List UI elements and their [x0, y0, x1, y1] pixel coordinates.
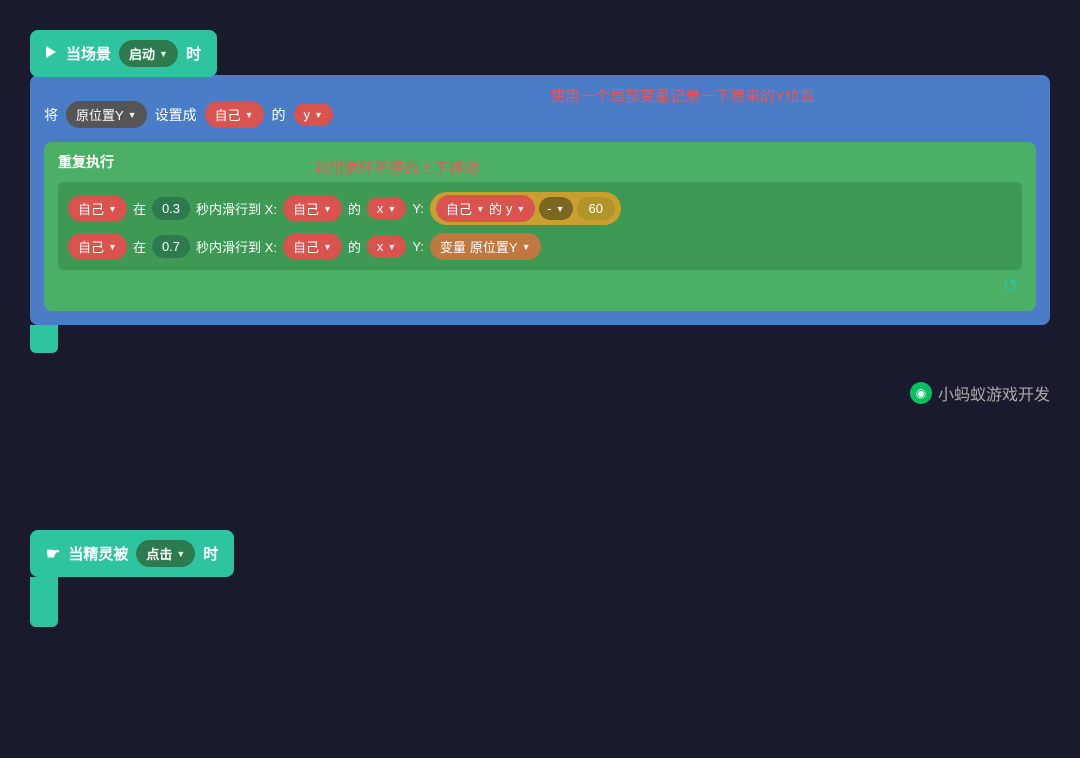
m2-subject-dropdown[interactable]: 自己 ▼: [68, 233, 127, 260]
m1-in: 在: [133, 199, 146, 218]
motion-row-1: 自己 ▼ 在 0.3 秒内滑行到 X: 自己 ▼ 的 x: [68, 192, 1012, 225]
dropdown-arrow: ▼: [245, 110, 254, 120]
m1-x-of: 的: [348, 199, 361, 218]
m1-y-expr: 自己 ▼ 的 y ▼ - ▼ 60: [430, 192, 621, 225]
sprite-event-suffix: 时: [203, 543, 218, 564]
m1-y-label: Y:: [412, 201, 424, 216]
sprite-event-block[interactable]: ☛ 当精灵被 点击 ▼ 时: [30, 530, 234, 577]
m2-y-var-dropdown[interactable]: 变量 原位置Y ▼: [430, 233, 541, 260]
play-icon: [46, 45, 56, 62]
m2-x-prop-dropdown[interactable]: x ▼: [367, 235, 406, 258]
sprite-trigger-dropdown[interactable]: 点击 ▼: [136, 540, 195, 567]
second-block-group: ☛ 当精灵被 点击 ▼ 时: [30, 530, 234, 627]
m1-time: 0.3: [152, 197, 190, 220]
set-to-label: 设置成: [155, 105, 197, 125]
m2-x-self-dropdown[interactable]: 自己 ▼: [283, 233, 342, 260]
motion-row-2: 自己 ▼ 在 0.7 秒内滑行到 X: 自己 ▼ 的 x: [68, 233, 1012, 260]
main-container: 当场景 启动 ▼ 时 使用一个局部变量记录一下原来的Y位置 将 原位置Y ▼ 设…: [0, 0, 1080, 423]
watermark: ◉ 小蚂蚁游戏开发: [910, 381, 1050, 405]
m1-time-unit: 秒内滑行到 X:: [196, 199, 277, 218]
m2-time-unit: 秒内滑行到 X:: [196, 237, 277, 256]
set-prefix: 将: [44, 105, 58, 125]
m1-subject-dropdown[interactable]: 自己 ▼: [68, 195, 127, 222]
of-label: 的: [272, 105, 286, 125]
dropdown-arrow: ▼: [176, 549, 185, 559]
repeat-label: 重复执行: [58, 152, 114, 172]
m1-minus-dropdown[interactable]: - ▼: [539, 197, 572, 220]
scene-trigger-dropdown[interactable]: 启动 ▼: [119, 40, 178, 67]
comment1: 使用一个局部变量记录一下原来的Y位置: [550, 85, 815, 106]
sprite-event-label: 当精灵被: [68, 543, 128, 564]
m1-x-self-dropdown[interactable]: 自己 ▼: [283, 195, 342, 222]
scene-event-block[interactable]: 当场景 启动 ▼ 时: [30, 30, 217, 77]
teal-stub-2: [30, 577, 58, 627]
m2-time: 0.7: [152, 235, 190, 258]
scene-event-label: 当场景: [66, 43, 111, 64]
prop-dropdown[interactable]: y ▼: [294, 103, 333, 126]
first-block-group: 当场景 启动 ▼ 时 使用一个局部变量记录一下原来的Y位置 将 原位置Y ▼ 设…: [30, 30, 1050, 353]
var-name-dropdown[interactable]: 原位置Y ▼: [66, 101, 147, 128]
set-variable-row: 将 原位置Y ▼ 设置成 自己 ▼ 的 y ▼: [44, 95, 1036, 128]
m2-y-label: Y:: [412, 239, 424, 254]
m2-x-of: 的: [348, 237, 361, 256]
teal-stub-1: [30, 325, 58, 353]
blue-container: 使用一个局部变量记录一下原来的Y位置 将 原位置Y ▼ 设置成 自己 ▼ 的 y…: [30, 75, 1050, 325]
m1-value: 60: [577, 197, 615, 220]
watermark-text: 小蚂蚁游戏开发: [938, 381, 1050, 405]
dropdown-arrow: ▼: [159, 49, 168, 59]
cursor-icon: ☛: [46, 544, 60, 564]
loop-icon: ↺: [58, 276, 1022, 297]
m2-in: 在: [133, 237, 146, 256]
scene-event-suffix: 时: [186, 43, 201, 64]
m1-y-self-dropdown[interactable]: 自己 ▼ 的 y ▼: [436, 195, 535, 222]
dropdown-arrow: ▼: [314, 110, 323, 120]
self-dropdown[interactable]: 自己 ▼: [205, 101, 264, 128]
wechat-icon: ◉: [910, 382, 932, 404]
dropdown-arrow: ▼: [128, 110, 137, 120]
comment2: 利用循环不停的上下移动: [314, 157, 479, 178]
repeat-block: 重复执行 利用循环不停的上下移动 自己 ▼ 在 0.3 秒内滑行到 X:: [44, 142, 1036, 311]
repeat-inner: 自己 ▼ 在 0.3 秒内滑行到 X: 自己 ▼ 的 x: [58, 182, 1022, 270]
m1-x-prop-dropdown[interactable]: x ▼: [367, 197, 406, 220]
